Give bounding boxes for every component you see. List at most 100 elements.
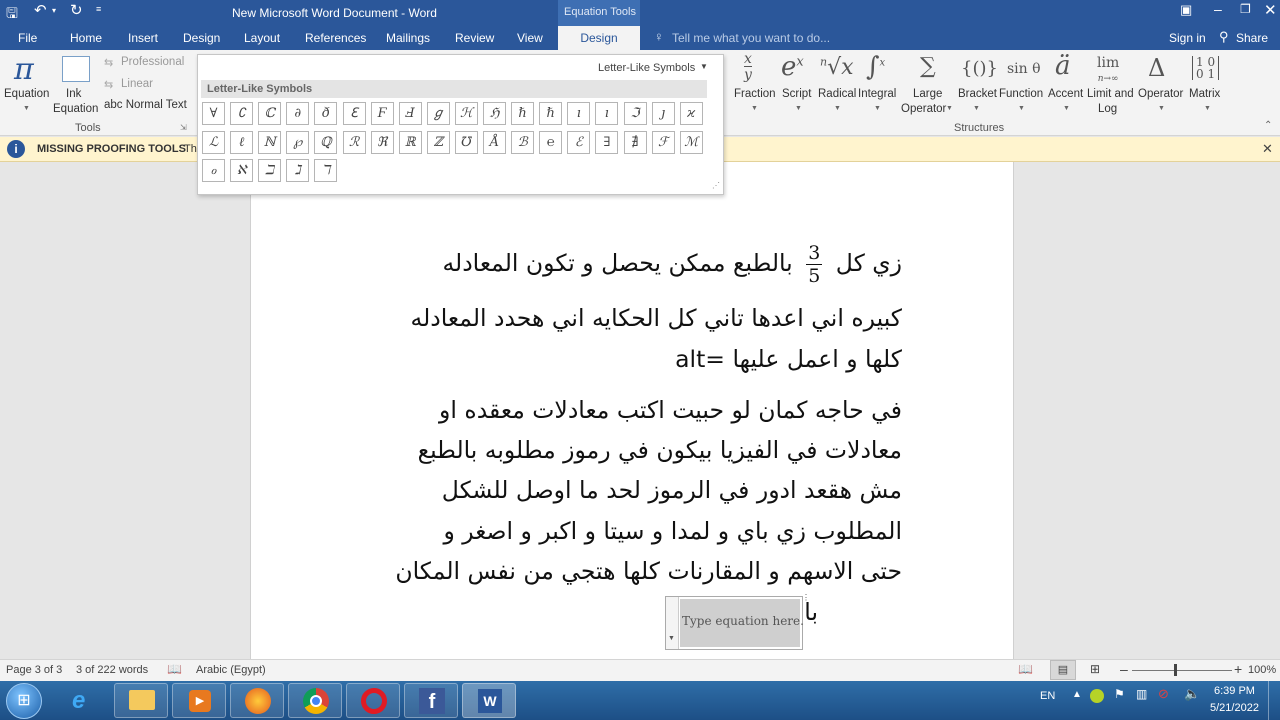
clock-date[interactable]: 5/21/2022 [1210,702,1259,714]
language-indicator[interactable]: Arabic (Egypt) [196,664,266,676]
symbol-button[interactable]: ∁ [230,102,254,125]
equation-grip-icon[interactable]: ⋮ [802,594,810,602]
taskbar-explorer[interactable] [114,683,168,718]
symbol-button[interactable]: ℘ [286,130,310,154]
function-button[interactable]: Function [999,88,1043,100]
close-icon[interactable]: ✕ [1264,1,1277,19]
print-layout-icon[interactable]: ▤ [1050,660,1076,680]
tab-view[interactable]: View [517,31,543,45]
symbol-button[interactable]: ∄ [623,130,647,154]
collapse-ribbon-icon[interactable]: ⌃ [1264,120,1272,131]
accent-button[interactable]: Accent [1048,88,1083,100]
dialog-launcher-icon[interactable]: ⇲ [180,123,187,132]
read-mode-icon[interactable]: 📖 [1018,662,1033,676]
tray-expand-icon[interactable]: ▲ [1072,689,1082,700]
taskbar-media[interactable]: ▶ [172,683,226,718]
ink-equation-button[interactable]: Ink [66,88,81,100]
chevron-down-icon[interactable]: ▼ [973,105,980,112]
chevron-down-icon[interactable]: ▼ [834,105,841,112]
operator-button[interactable]: Operator [1138,88,1183,100]
symbol-button[interactable]: ℓ [230,130,254,154]
tab-layout[interactable]: Layout [244,31,280,45]
taskbar-chrome[interactable] [288,683,342,718]
input-language[interactable]: EN [1040,690,1055,702]
equation-button[interactable]: Equation [4,88,49,100]
show-desktop-button[interactable] [1268,681,1280,720]
symbol-button[interactable]: ℷ [286,159,310,182]
large-operator-button[interactable]: Large [913,88,942,100]
chevron-down-icon[interactable]: ▼ [874,105,881,112]
taskbar-firefox[interactable] [230,683,284,718]
matrix-button[interactable]: Matrix [1189,88,1220,100]
zoom-in-icon[interactable]: + [1234,661,1242,677]
symbol-button[interactable]: ℳ [679,130,703,154]
web-layout-icon[interactable]: ⊞ [1090,662,1100,676]
clock-time[interactable]: 6:39 PM [1214,685,1255,697]
symbol-button[interactable]: ℵ [230,159,254,182]
tab-equation-design[interactable]: Design [558,26,640,50]
symbol-button[interactable]: ℊ [426,102,450,125]
undo-dropdown-icon[interactable]: ▾ [52,6,56,15]
save-icon[interactable]: 🖫 [6,3,18,27]
symbol-button[interactable]: ℧ [454,130,478,154]
chevron-down-icon[interactable]: ▼ [1158,105,1165,112]
tell-me-box[interactable]: Tell me what you want to do... [672,31,830,45]
action-center-icon[interactable]: ⚑ [1114,687,1125,701]
taskbar-opera[interactable] [346,683,400,718]
minimize-icon[interactable]: – [1214,1,1222,17]
equation-menu-icon[interactable]: ▼ [668,635,675,642]
symbol-button[interactable]: ℰ [567,130,591,154]
equation-placeholder[interactable]: Type equation here. [682,614,804,628]
gallery-category-dropdown[interactable]: Letter-Like Symbols [598,62,695,74]
radical-button[interactable]: Radical [818,88,856,100]
symbol-button[interactable]: ∂ [286,102,310,125]
tab-review[interactable]: Review [455,31,494,45]
message-close-icon[interactable]: ✕ [1262,141,1273,157]
symbol-button[interactable]: ℏ [539,102,563,125]
chevron-down-icon[interactable]: ▼ [795,105,802,112]
equation-handle[interactable]: ▼ [666,597,679,649]
symbol-button[interactable]: ȷ [651,102,675,125]
zoom-slider[interactable] [1132,670,1232,671]
symbol-button[interactable]: ℸ [314,159,338,182]
taskbar-ie[interactable]: e [56,683,110,718]
symbol-button[interactable]: ℜ [370,130,394,154]
tab-home[interactable]: Home [70,31,102,45]
symbol-button[interactable]: ℴ [202,159,225,182]
symbol-button[interactable]: ℚ [314,130,338,154]
symbol-button[interactable]: ℱ [651,130,675,154]
symbol-button[interactable]: Ϝ [370,102,394,125]
tray-app-icon[interactable] [1090,689,1104,703]
symbol-button[interactable]: ∀ [202,102,225,125]
script-button[interactable]: Script [782,88,811,100]
zoom-slider-thumb[interactable] [1174,664,1177,676]
fraction-button[interactable]: Fraction [734,88,776,100]
page-count[interactable]: Page 3 of 3 [6,664,62,676]
symbol-button[interactable]: ϰ [679,102,703,125]
bracket-button[interactable]: Bracket [958,88,997,100]
tab-design[interactable]: Design [183,31,220,45]
symbol-button[interactable]: ð [314,102,338,125]
symbol-button[interactable]: ℬ [511,130,535,154]
limit-log-button[interactable]: Limit and [1087,88,1134,100]
symbol-button[interactable]: ℝ [398,130,422,154]
share-button[interactable]: Share [1236,31,1268,45]
symbol-button[interactable]: ℂ [258,102,282,125]
symbol-button[interactable]: ℛ [342,130,366,154]
symbol-button[interactable]: ℮ [539,130,563,154]
symbol-button[interactable]: ∃ [595,130,619,154]
equation-box[interactable]: ▼ Type equation here. ⋮ [665,594,810,650]
normal-text-option[interactable]: abc Normal Text [104,99,187,111]
taskbar-facebook[interactable]: f [404,683,458,718]
restore-icon[interactable]: ❐ [1240,2,1251,16]
tab-insert[interactable]: Insert [128,31,158,45]
equation-placeholder-box[interactable]: Type equation here. [680,599,804,647]
symbol-button[interactable]: ℇ [342,102,366,125]
chevron-down-icon[interactable]: ▼ [23,105,30,112]
symbol-button[interactable]: ℕ [258,130,282,154]
symbol-button[interactable]: ℤ [426,130,450,154]
chevron-down-icon[interactable]: ▼ [1063,105,1070,112]
symbol-button[interactable]: Ⅎ [398,102,422,125]
word-count[interactable]: 3 of 222 words [76,664,148,676]
proofing-icon[interactable]: 📖 [167,662,182,676]
